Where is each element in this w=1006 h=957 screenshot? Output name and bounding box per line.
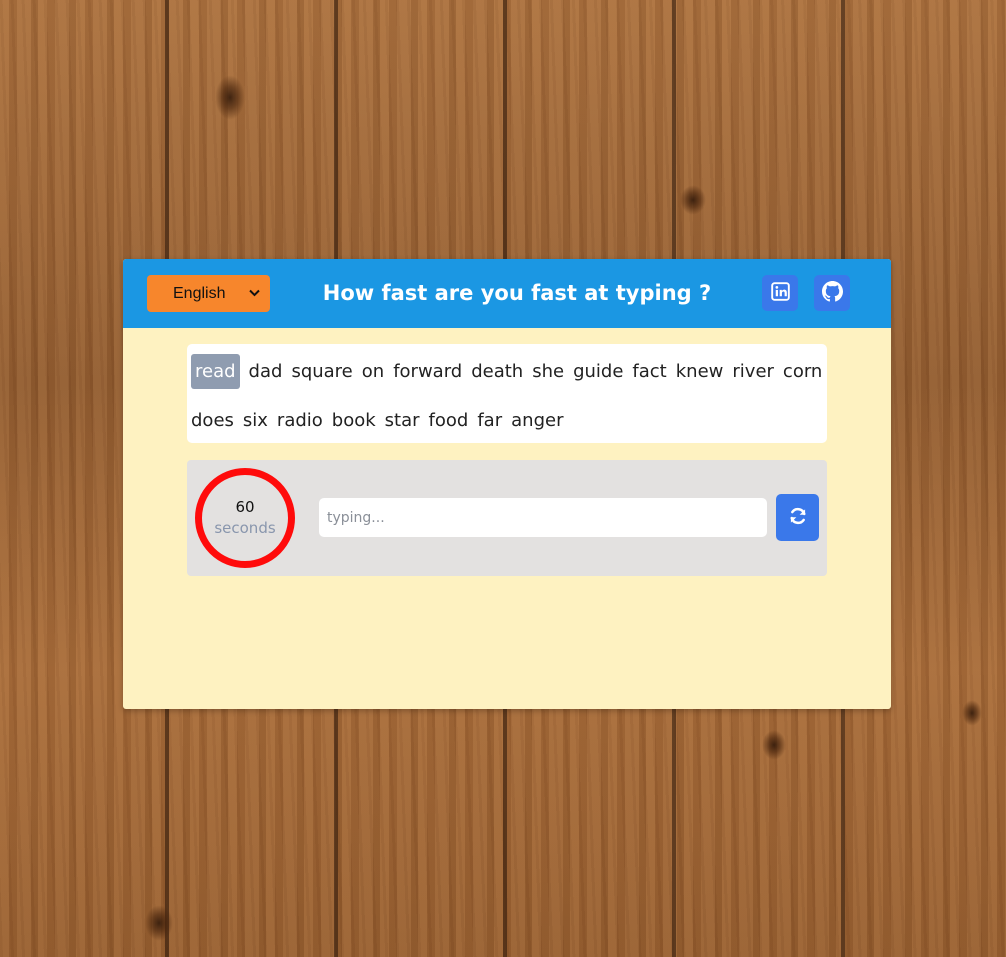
word: she [532,361,565,382]
refresh-icon [788,506,808,530]
timer-unit: seconds [214,519,276,537]
github-icon [821,280,843,306]
word: corn [782,361,823,382]
word: fact [632,361,667,382]
word: river [732,361,774,382]
word: death [471,361,524,382]
words-display: read dad square on forward death she guide fact k… [187,344,827,443]
wood-knot [215,75,245,120]
typing-controls: 60 seconds [187,460,827,576]
word: radio [276,410,323,431]
header-bar: English How fast are you fast at typing … [123,259,891,328]
linkedin-button[interactable] [762,275,798,311]
github-button[interactable] [814,275,850,311]
typing-app-card: English How fast are you fast at typing … [123,259,891,709]
wood-knot [680,185,706,215]
word: forward [393,361,463,382]
word: star [384,410,420,431]
word: on [361,361,385,382]
word: six [242,410,268,431]
wood-knot [145,905,173,941]
word: guide [573,361,624,382]
linkedin-icon [770,281,790,305]
word: knew [675,361,724,382]
word: dad [248,361,283,382]
word: book [331,410,376,431]
wood-knot [962,700,982,726]
timer-value: 60 [235,498,255,516]
word: food [428,410,469,431]
typing-input[interactable] [319,498,767,537]
current-word: read [191,354,240,389]
word: does [191,410,234,431]
word: square [291,361,353,382]
word: far [477,410,503,431]
word: anger [511,410,564,431]
countdown-timer: 60 seconds [195,468,295,568]
word-list: read dad square on forward death she guide fact k… [191,354,823,438]
reset-button[interactable] [776,494,819,541]
wood-knot [762,730,786,760]
